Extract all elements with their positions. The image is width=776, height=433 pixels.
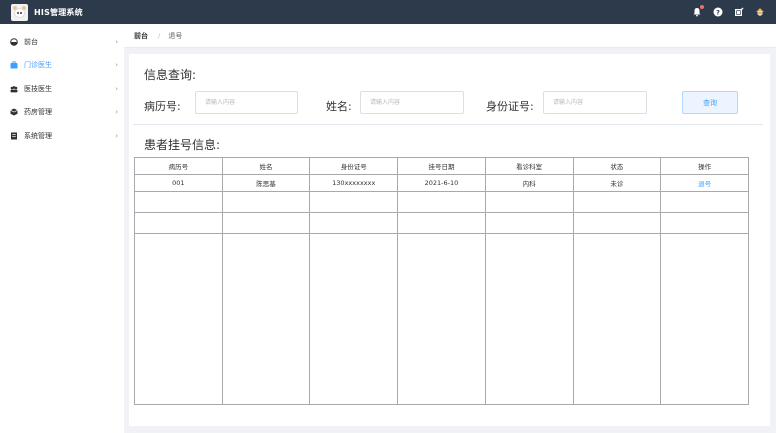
cell-department: 内科: [484, 174, 574, 192]
column-header: 操作: [660, 157, 749, 175]
column-header: 姓名: [221, 157, 311, 175]
document-icon: [10, 132, 18, 140]
app-logo: [11, 3, 28, 21]
sidebar-item-pharmacy[interactable]: 药房管理 ›: [0, 101, 124, 125]
briefcase-icon: [10, 61, 18, 69]
chevron-right-icon: ›: [115, 108, 118, 117]
column-header: 身份证号: [309, 157, 399, 175]
sidebar: 前台 › 门诊医生 › 医技医生 › 药房管理 › 系统管理 ›: [0, 24, 124, 433]
column-header: 看诊科室: [484, 157, 574, 175]
breadcrumb: 前台 / 退号: [124, 24, 776, 48]
record-number-label: 病历号:: [144, 100, 181, 113]
avatar-icon[interactable]: [755, 7, 765, 17]
edit-icon[interactable]: [734, 7, 744, 17]
cell-patient-name: 陈思基: [221, 174, 311, 192]
cell-registration-date: 2021-6-10: [397, 174, 486, 192]
breadcrumb-current: 退号: [168, 31, 183, 40]
sidebar-item-label: 门诊医生: [24, 61, 52, 70]
table-row-empty: [134, 191, 749, 213]
cancel-registration-link[interactable]: 退号: [698, 180, 711, 188]
record-number-input[interactable]: [195, 91, 298, 114]
table-row-empty: [134, 212, 749, 234]
sidebar-item-medtech-doctor[interactable]: 医技医生 ›: [0, 77, 124, 101]
sidebar-item-label: 医技医生: [24, 84, 52, 93]
search-section-title: 信息查询:: [144, 68, 197, 82]
chevron-right-icon: ›: [115, 61, 118, 70]
table-row-empty: [134, 233, 749, 405]
query-button[interactable]: 查询: [682, 91, 738, 114]
sidebar-item-label: 前台: [24, 37, 38, 46]
column-header: 状态: [572, 157, 662, 175]
main-panel: 信息查询: 病历号: 姓名: 身份证号: 查询 患者挂号信息: 病历号 姓名 身…: [129, 54, 770, 426]
section-divider: [133, 124, 763, 125]
cell-action: 退号: [660, 174, 749, 192]
cell-id-number: 130xxxxxxxx: [309, 174, 399, 192]
breadcrumb-home[interactable]: 前台: [134, 31, 148, 41]
registration-table: 病历号 姓名 身份证号 挂号日期 看诊科室 状态 操作 001 陈思基 130x…: [134, 157, 749, 405]
bell-icon[interactable]: [692, 5, 704, 17]
sidebar-item-label: 药房管理: [24, 108, 52, 117]
app-title: HIS管理系统: [34, 7, 83, 17]
sidebar-item-front-desk[interactable]: 前台 ›: [0, 30, 124, 54]
box-icon: [10, 108, 18, 116]
breadcrumb-separator: /: [158, 31, 161, 40]
help-icon[interactable]: ?: [713, 7, 723, 17]
cell-record-number: 001: [134, 174, 223, 192]
table-row: 001 陈思基 130xxxxxxxx 2021-6-10 内科 未诊 退号: [134, 174, 749, 192]
cell-status: 未诊: [572, 174, 662, 192]
sidebar-item-label: 系统管理: [24, 131, 52, 140]
chevron-right-icon: ›: [115, 37, 118, 46]
patient-name-label: 姓名:: [326, 100, 352, 113]
notification-badge: [700, 5, 704, 9]
chevron-right-icon: ›: [115, 84, 118, 93]
results-section-title: 患者挂号信息:: [144, 138, 221, 152]
sidebar-item-system[interactable]: 系统管理 ›: [0, 124, 124, 148]
column-header: 挂号日期: [397, 157, 486, 175]
table-header-row: 病历号 姓名 身份证号 挂号日期 看诊科室 状态 操作: [134, 157, 749, 175]
chevron-right-icon: ›: [115, 131, 118, 140]
svg-text:?: ?: [716, 8, 720, 16]
id-number-label: 身份证号:: [486, 100, 534, 113]
team-icon: [10, 85, 18, 93]
id-number-input[interactable]: [543, 91, 647, 114]
top-navbar: HIS管理系统 ?: [0, 0, 776, 24]
column-header: 病历号: [134, 157, 223, 175]
dashboard-icon: [10, 37, 18, 46]
patient-name-input[interactable]: [360, 91, 464, 114]
sidebar-item-outpatient-doctor[interactable]: 门诊医生 ›: [0, 54, 124, 78]
